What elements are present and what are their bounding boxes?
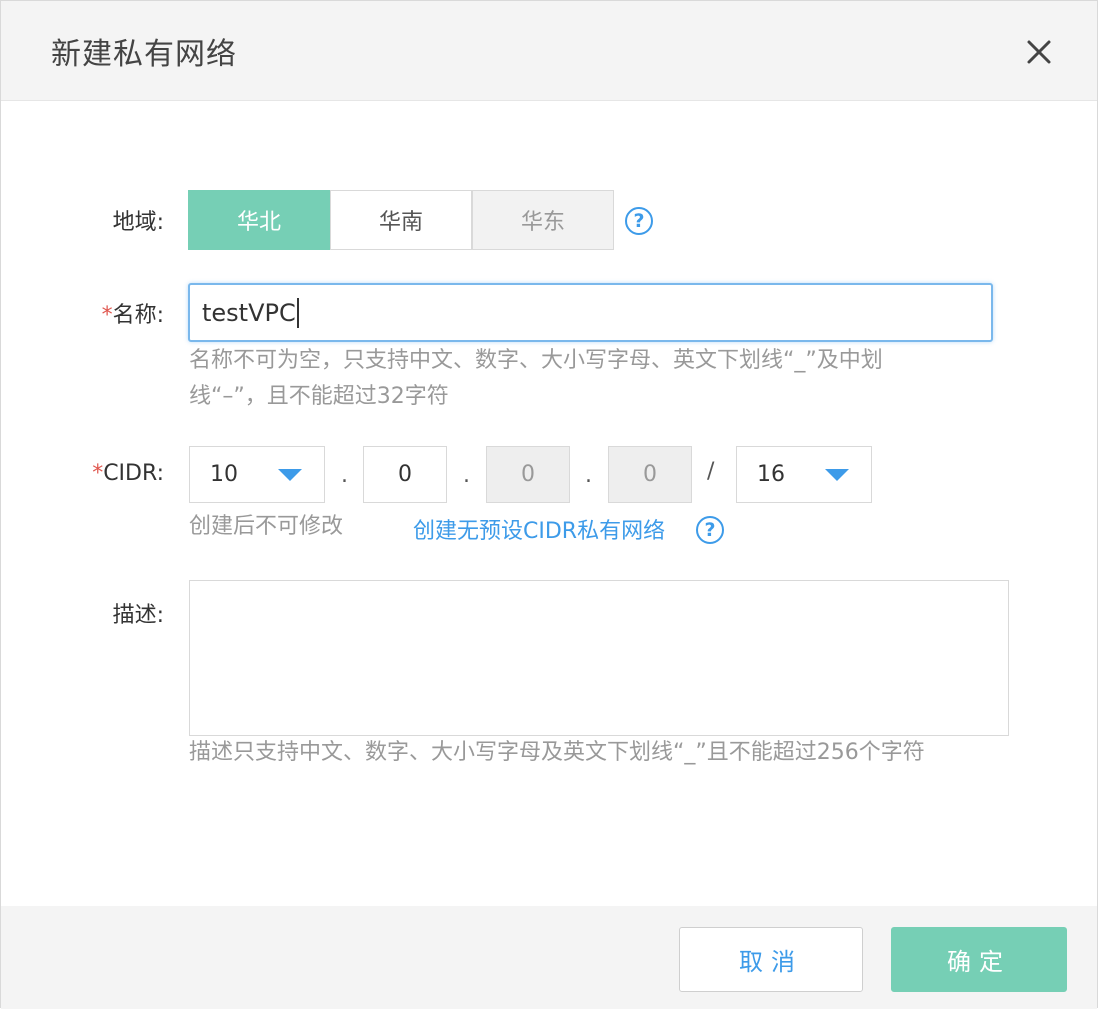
cidr-label-wrap: *CIDR: <box>4 461 164 486</box>
create-no-preset-cidr-link[interactable]: 创建无预设CIDR私有网络 <box>413 513 665 545</box>
required-mark: * <box>101 303 113 328</box>
required-mark: * <box>92 461 104 486</box>
region-option-east[interactable]: 华东 <box>472 190 614 250</box>
name-hint-line2: 线“–”，且不能超过32字符 <box>189 384 449 409</box>
region-option-south[interactable]: 华南 <box>330 190 472 250</box>
name-hint-line1: 名称不可为空，只支持中文、数字、大小写字母、英文下划线“_”及中划 <box>189 348 883 373</box>
name-input-value: testVPC <box>202 298 296 327</box>
cancel-button[interactable]: 取消 <box>679 927 863 992</box>
cidr-octet1-select[interactable]: 10 <box>189 446 325 503</box>
dialog-title: 新建私有网络 <box>51 37 237 72</box>
name-label: 名称: <box>112 303 164 328</box>
cidr-slash: / <box>707 459 715 484</box>
region-label: 地域: <box>112 210 164 235</box>
text-caret <box>296 297 299 328</box>
close-icon[interactable] <box>1021 34 1057 70</box>
cidr-dot: . <box>341 463 348 488</box>
region-option-north[interactable]: 华北 <box>188 190 330 250</box>
cidr-octet4-input: 0 <box>608 446 692 503</box>
cidr-octet4-value: 0 <box>643 462 657 487</box>
dropdown-arrow-icon <box>825 469 849 481</box>
cidr-mask-value: 16 <box>757 462 785 487</box>
create-vpc-dialog: 新建私有网络 地域: 华北 华南 华东 ? *名称: testVPC 名称不可为… <box>0 0 1098 1009</box>
cidr-dot: . <box>463 463 470 488</box>
name-label-wrap: *名称: <box>4 297 164 329</box>
dialog-header: 新建私有网络 <box>1 1 1097 101</box>
cidr-help-icon[interactable]: ? <box>696 516 724 544</box>
cidr-hint: 创建后不可修改 <box>189 514 344 539</box>
dropdown-arrow-icon <box>278 469 302 481</box>
description-hint: 描述只支持中文、数字、大小写字母及英文下划线“_”且不能超过256个字符 <box>189 740 925 765</box>
region-help-icon[interactable]: ? <box>625 207 653 235</box>
name-input[interactable]: testVPC <box>188 283 993 342</box>
confirm-button[interactable]: 确定 <box>891 927 1067 992</box>
cidr-octet2-value: 0 <box>398 462 412 487</box>
cidr-octet3-value: 0 <box>521 462 535 487</box>
cidr-octet1-value: 10 <box>210 462 238 487</box>
cidr-octet3-input: 0 <box>486 446 570 503</box>
cidr-mask-select[interactable]: 16 <box>736 446 872 503</box>
cidr-dot: . <box>585 463 592 488</box>
description-textarea[interactable] <box>189 580 1009 736</box>
description-label: 描述: <box>112 603 164 628</box>
cidr-octet2-input[interactable]: 0 <box>363 446 447 503</box>
cidr-label: CIDR: <box>103 461 164 486</box>
